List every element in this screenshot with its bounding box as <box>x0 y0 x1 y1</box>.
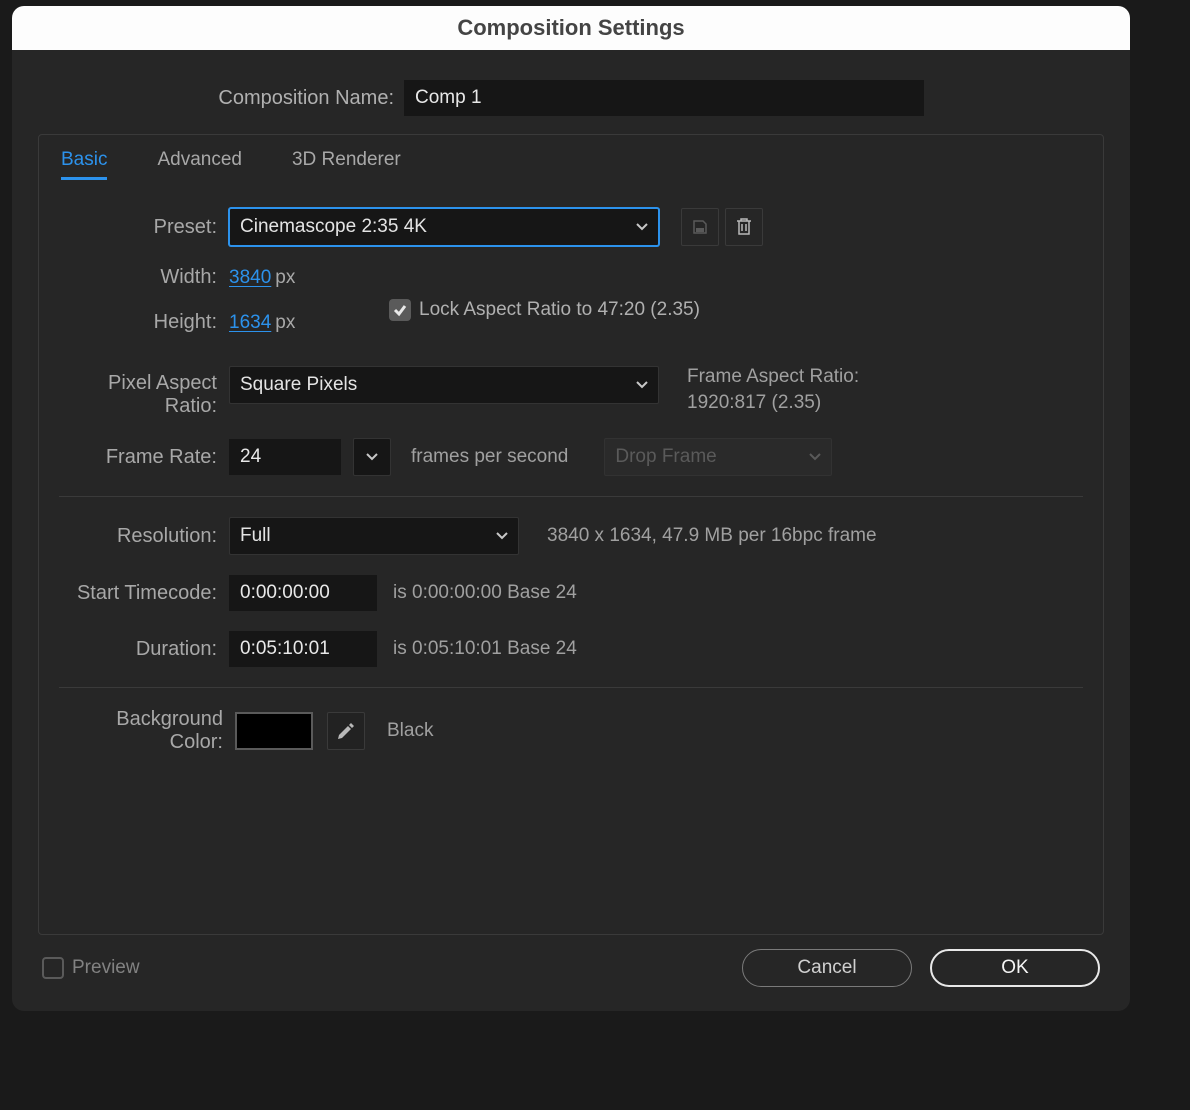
start-timecode-info: is 0:00:00:00 Base 24 <box>393 582 577 604</box>
settings-panel: Basic Advanced 3D Renderer Preset: Cinem… <box>38 134 1104 935</box>
dialog-title: Composition Settings <box>457 15 684 41</box>
delete-preset-button[interactable] <box>725 208 763 246</box>
lock-aspect-label: Lock Aspect Ratio to 47:20 (2.35) <box>419 299 700 321</box>
height-unit: px <box>275 312 295 334</box>
ok-button[interactable]: OK <box>930 949 1100 987</box>
preview-label: Preview <box>72 957 140 979</box>
preset-dropdown[interactable]: Cinemascope 2:35 4K <box>229 208 659 246</box>
eyedropper-icon <box>336 721 356 741</box>
par-dropdown[interactable]: Square Pixels <box>229 366 659 404</box>
framerate-input[interactable] <box>229 439 341 475</box>
height-value[interactable]: 1634 <box>229 312 271 334</box>
chevron-down-icon <box>636 379 648 391</box>
dropframe-value: Drop Frame <box>615 446 716 468</box>
duration-info: is 0:05:10:01 Base 24 <box>393 638 577 660</box>
check-icon <box>393 303 407 317</box>
bgcolor-name: Black <box>387 720 433 742</box>
composition-name-input[interactable] <box>404 80 924 116</box>
resolution-info: 3840 x 1634, 47.9 MB per 16bpc frame <box>547 525 877 547</box>
framerate-unit: frames per second <box>411 446 568 468</box>
duration-label: Duration: <box>59 638 229 661</box>
composition-settings-dialog: Composition Settings Composition Name: B… <box>12 6 1130 1011</box>
tab-3d-renderer[interactable]: 3D Renderer <box>292 149 401 180</box>
chevron-down-icon <box>809 451 821 463</box>
framerate-dropdown-toggle[interactable] <box>353 438 391 476</box>
par-value: Square Pixels <box>240 374 357 396</box>
resolution-dropdown[interactable]: Full <box>229 517 519 555</box>
frame-aspect-value: 1920:817 (2.35) <box>687 392 859 414</box>
preset-value: Cinemascope 2:35 4K <box>240 216 427 238</box>
width-value[interactable]: 3840 <box>229 267 271 289</box>
bgcolor-label: Background Color: <box>59 708 235 754</box>
preview-toggle[interactable]: Preview <box>42 957 140 979</box>
frame-aspect-info: Frame Aspect Ratio: 1920:817 (2.35) <box>687 366 859 414</box>
eyedropper-button[interactable] <box>327 712 365 750</box>
bgcolor-swatch[interactable] <box>235 712 313 750</box>
start-timecode-input[interactable] <box>229 575 377 611</box>
divider <box>59 496 1083 497</box>
save-preset-button[interactable] <box>681 208 719 246</box>
par-label: Pixel Aspect Ratio: <box>59 366 229 418</box>
tab-basic[interactable]: Basic <box>61 149 107 180</box>
preset-label: Preset: <box>59 216 229 239</box>
framerate-label: Frame Rate: <box>59 446 229 469</box>
resolution-value: Full <box>240 525 271 547</box>
preview-checkbox[interactable] <box>42 957 64 979</box>
save-preset-icon <box>691 218 709 236</box>
start-timecode-label: Start Timecode: <box>59 582 229 605</box>
tab-advanced[interactable]: Advanced <box>157 149 242 180</box>
divider <box>59 687 1083 688</box>
width-label: Width: <box>59 266 229 289</box>
tabs: Basic Advanced 3D Renderer <box>59 135 1083 198</box>
composition-name-label: Composition Name: <box>38 87 404 110</box>
chevron-down-icon <box>366 451 378 463</box>
frame-aspect-label: Frame Aspect Ratio: <box>687 366 859 388</box>
dropframe-dropdown: Drop Frame <box>604 438 832 476</box>
cancel-button[interactable]: Cancel <box>742 949 912 987</box>
duration-input[interactable] <box>229 631 377 667</box>
lock-aspect-checkbox[interactable] <box>389 299 411 321</box>
titlebar: Composition Settings <box>12 6 1130 50</box>
chevron-down-icon <box>496 530 508 542</box>
width-unit: px <box>275 267 295 289</box>
trash-icon <box>735 217 753 237</box>
height-label: Height: <box>59 311 229 334</box>
chevron-down-icon <box>636 221 648 233</box>
resolution-label: Resolution: <box>59 525 229 548</box>
